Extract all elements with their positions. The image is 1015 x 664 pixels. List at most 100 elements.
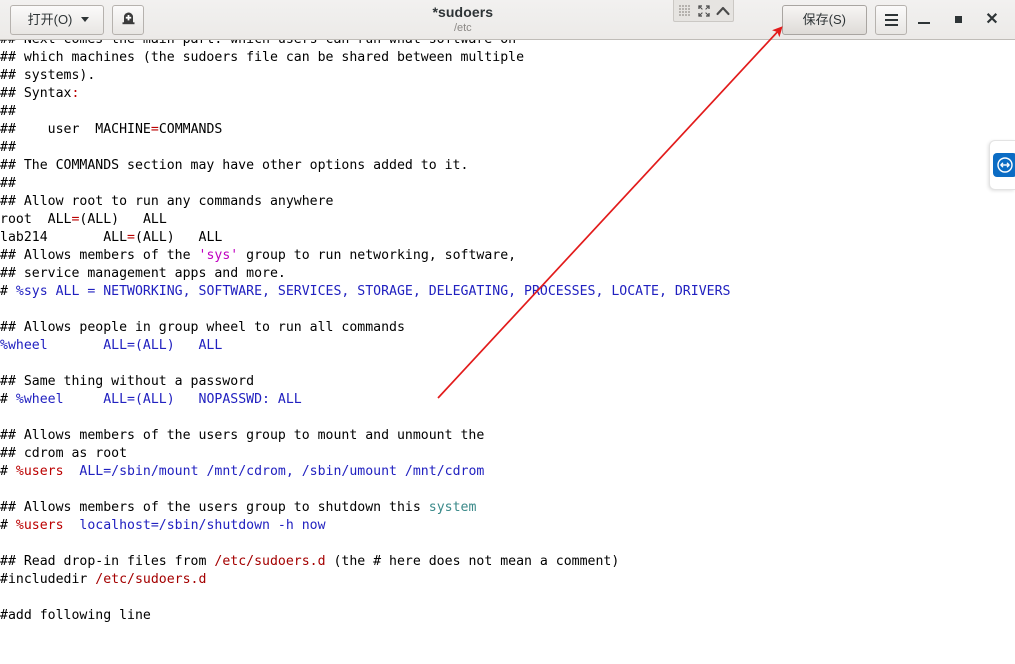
code-token: ## cdrom as root xyxy=(0,446,128,461)
code-line: ## Allows members of the users group to … xyxy=(0,427,730,445)
code-token: ALL=/sbin/mount /mnt/cdrom, /sbin/umount… xyxy=(63,464,485,479)
code-token: ## Allows members of the xyxy=(0,248,199,263)
code-line: ## Same thing without a password xyxy=(0,373,730,391)
code-line: ## xyxy=(0,175,730,193)
hamburger-menu-icon xyxy=(884,13,898,26)
code-line: ## which machines (the sudoers file can … xyxy=(0,49,730,67)
code-line: ## service management apps and more. xyxy=(0,265,730,283)
code-token: ## Same thing without a password xyxy=(0,374,255,389)
code-token: lab214 ALL xyxy=(0,230,128,245)
code-token: (ALL) ALL xyxy=(79,212,167,227)
new-document-button[interactable] xyxy=(112,4,144,35)
code-token: localhost=/sbin/shutdown -h now xyxy=(63,518,326,533)
code-token: ## which machines (the sudoers file can … xyxy=(0,50,525,65)
code-token: %users xyxy=(15,518,64,533)
code-line: ## The COMMANDS section may have other o… xyxy=(0,157,730,175)
grid-dots-icon[interactable] xyxy=(676,2,693,19)
code-token: ## The COMMANDS section may have other o… xyxy=(0,158,469,173)
code-line: # %users ALL=/sbin/mount /mnt/cdrom, /sb… xyxy=(0,463,730,481)
code-token: ## Next comes the main part: which users… xyxy=(0,40,516,47)
header-right-group: 保存(S) ✕ xyxy=(781,1,1015,39)
code-token: system xyxy=(428,500,477,515)
code-line: #add following line xyxy=(0,607,730,625)
code-token: ## user MACHINE xyxy=(0,122,151,137)
close-button[interactable]: ✕ xyxy=(975,1,1009,39)
maximize-icon xyxy=(954,16,962,23)
minimize-icon xyxy=(918,21,930,24)
hamburger-menu-button[interactable] xyxy=(875,4,907,35)
code-token: #includedir xyxy=(0,572,96,587)
new-document-icon xyxy=(120,10,137,29)
code-line: ​ xyxy=(0,355,730,373)
chevron-down-icon xyxy=(81,17,90,22)
code-token: # xyxy=(0,392,16,407)
code-token: %users xyxy=(15,464,64,479)
code-token: COMMANDS xyxy=(158,122,223,137)
code-token: = xyxy=(150,122,159,137)
code-token: /etc/sudoers.d xyxy=(95,572,207,587)
code-line: ​ xyxy=(0,409,730,427)
code-token: ## xyxy=(0,176,16,191)
code-line: ## Next comes the main part: which users… xyxy=(0,40,730,49)
header-bar: 打开(O) *sudoers /etc 保存(S) ✕ xyxy=(0,0,1015,40)
text-editor-area[interactable]: ## Next comes the main part: which users… xyxy=(0,40,1015,664)
code-token: # xyxy=(0,464,16,479)
fullscreen-expand-icon[interactable] xyxy=(695,2,712,19)
code-line: ​ xyxy=(0,301,730,319)
remote-session-overlay xyxy=(673,0,734,22)
code-line: ## Read drop-in files from /etc/sudoers.… xyxy=(0,553,730,571)
code-token: %wheel ALL=(ALL) ALL xyxy=(0,338,223,353)
save-button-label: 保存(S) xyxy=(802,12,846,27)
code-line: %wheel ALL=(ALL) ALL xyxy=(0,337,730,355)
header-left-group: 打开(O) xyxy=(0,4,144,35)
code-token: ## service management apps and more. xyxy=(0,266,286,281)
chevron-up-icon[interactable] xyxy=(714,2,731,19)
code-token: ## Read drop-in files from xyxy=(0,554,215,569)
code-line: ## xyxy=(0,103,730,121)
file-path-subtitle: /etc xyxy=(453,22,472,34)
code-line: ​ xyxy=(0,481,730,499)
code-token: # xyxy=(0,284,16,299)
code-token: 'sys' xyxy=(198,248,239,263)
minimize-button[interactable] xyxy=(907,1,941,39)
page-title: *sudoers xyxy=(432,4,494,20)
open-file-label: 打开(O) xyxy=(27,12,73,27)
code-token: root ALL xyxy=(0,212,72,227)
teamviewer-arrows-icon xyxy=(993,153,1015,177)
code-token: %sys ALL = NETWORKING, SOFTWARE, SERVICE… xyxy=(15,284,731,299)
code-token: = xyxy=(127,230,135,245)
code-line: ## xyxy=(0,139,730,157)
remote-control-side-tab[interactable] xyxy=(989,140,1015,190)
code-token: ## Allows members of the users group to … xyxy=(0,428,485,443)
code-line: ## Allows members of the users group to … xyxy=(0,499,730,517)
code-token: : xyxy=(71,86,80,101)
code-token: %wheel ALL=(ALL) NOPASSWD: ALL xyxy=(15,392,302,407)
code-line: # %users localhost=/sbin/shutdown -h now xyxy=(0,517,730,535)
code-line: # %wheel ALL=(ALL) NOPASSWD: ALL xyxy=(0,391,730,409)
maximize-button[interactable] xyxy=(941,1,975,39)
sudoers-file-content[interactable]: ## Next comes the main part: which users… xyxy=(0,40,730,625)
code-line: root ALL=(ALL) ALL xyxy=(0,211,730,229)
code-line: ## systems). xyxy=(0,67,730,85)
code-line: ## Syntax: xyxy=(0,85,730,103)
open-file-button[interactable]: 打开(O) xyxy=(10,4,104,35)
code-token: ## Syntax xyxy=(0,86,72,101)
code-line: ## Allows members of the 'sys' group to … xyxy=(0,247,730,265)
code-token: ## xyxy=(0,104,16,119)
code-line: ​ xyxy=(0,589,730,607)
code-token: # xyxy=(0,518,16,533)
save-button[interactable]: 保存(S) xyxy=(781,4,867,35)
code-line: ## user MACHINE=COMMANDS xyxy=(0,121,730,139)
code-token: ## Allows people in group wheel to run a… xyxy=(0,320,405,335)
code-token: group to run networking, software, xyxy=(238,248,517,263)
code-token: (ALL) ALL xyxy=(135,230,223,245)
close-icon: ✕ xyxy=(985,10,999,28)
code-token: ## systems). xyxy=(0,68,96,83)
code-line: ​ xyxy=(0,535,730,553)
code-line: lab214 ALL=(ALL) ALL xyxy=(0,229,730,247)
code-token: ## xyxy=(0,140,16,155)
code-token: /etc/sudoers.d xyxy=(214,554,326,569)
code-token: #add following line xyxy=(0,608,151,623)
code-line: ## Allows people in group wheel to run a… xyxy=(0,319,730,337)
code-line: ## cdrom as root xyxy=(0,445,730,463)
